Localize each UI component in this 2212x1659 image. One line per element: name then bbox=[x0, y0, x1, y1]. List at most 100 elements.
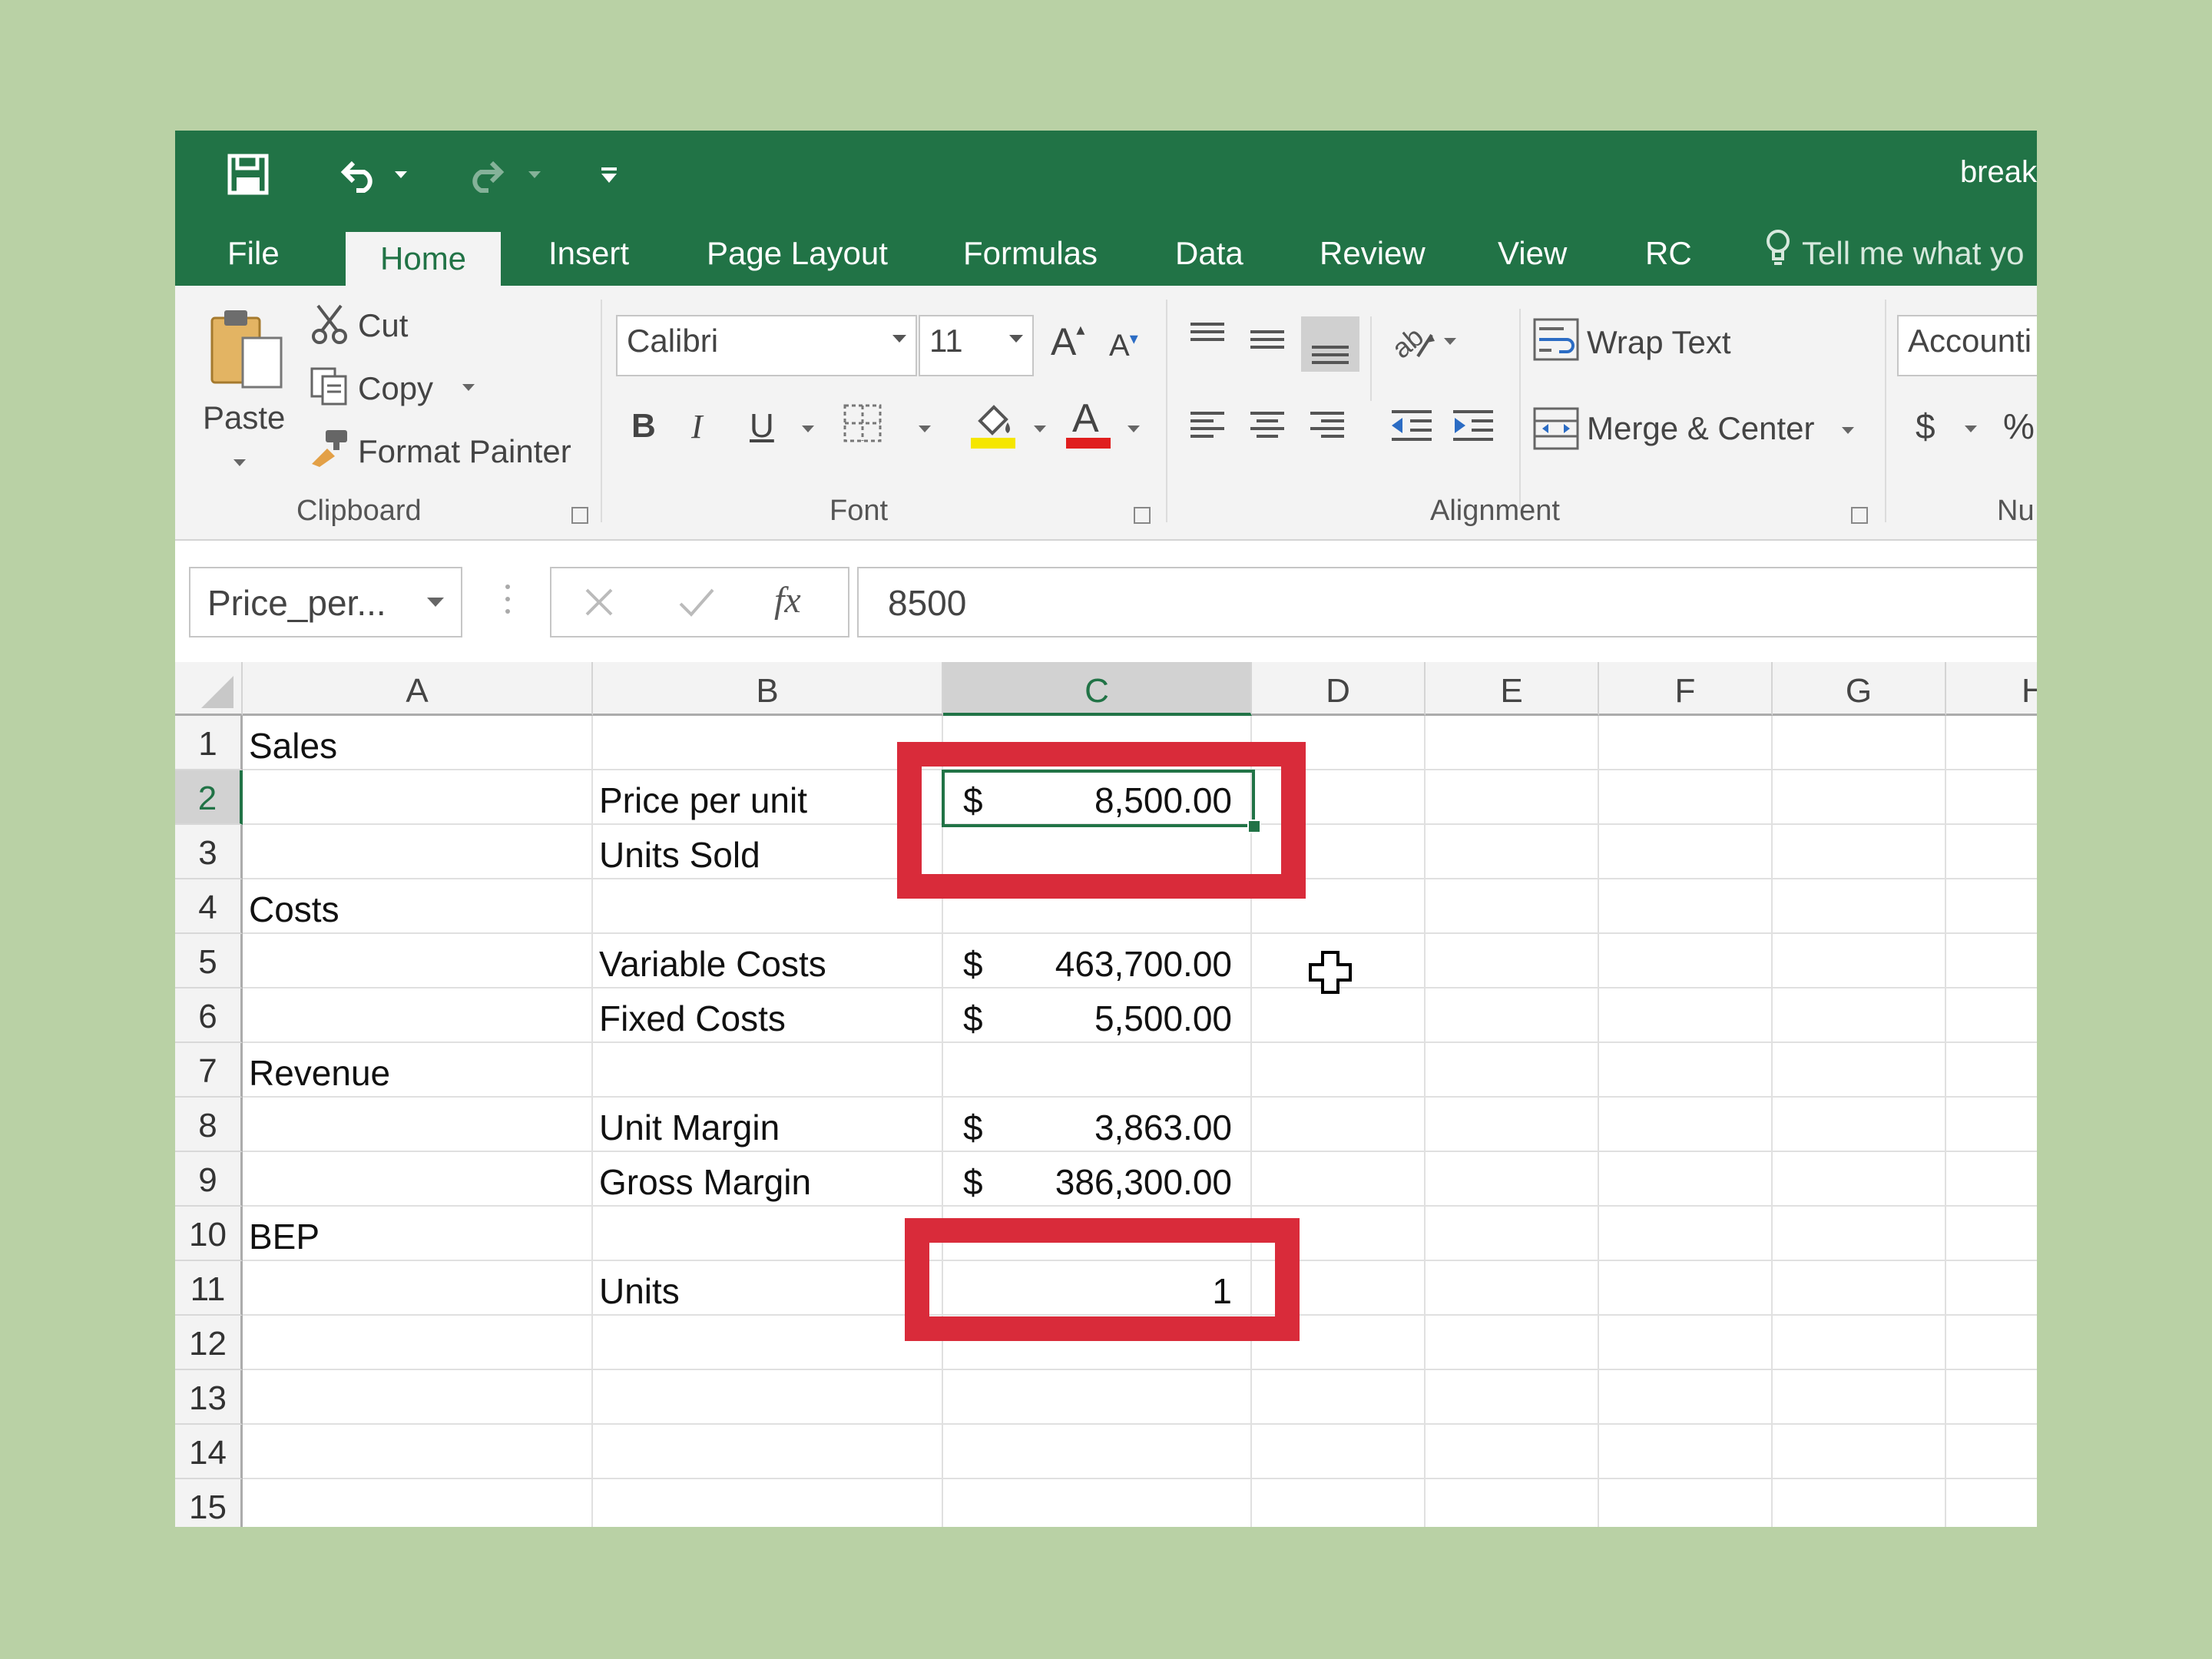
cell-h12[interactable] bbox=[1946, 1316, 2037, 1370]
undo-icon[interactable] bbox=[338, 147, 384, 201]
italic-button[interactable]: I bbox=[691, 407, 703, 446]
row-header[interactable]: 13 bbox=[175, 1370, 243, 1425]
increase-font-size-icon[interactable]: A▴ bbox=[1051, 320, 1084, 364]
cell-a4[interactable]: Costs bbox=[243, 879, 593, 934]
cell-a15[interactable] bbox=[243, 1479, 593, 1527]
row-header[interactable]: 9 bbox=[175, 1152, 243, 1207]
cell-b8[interactable]: Unit Margin bbox=[593, 1098, 943, 1152]
cell-g3[interactable] bbox=[1773, 825, 1946, 879]
cell-a13[interactable] bbox=[243, 1370, 593, 1425]
column-header-g[interactable]: G bbox=[1773, 662, 1946, 716]
paste-dropdown-icon[interactable] bbox=[233, 459, 246, 466]
cell-g12[interactable] bbox=[1773, 1316, 1946, 1370]
row-header[interactable]: 4 bbox=[175, 879, 243, 934]
cut-label[interactable]: Cut bbox=[358, 307, 408, 344]
cell-a5[interactable] bbox=[243, 934, 593, 988]
cell-h14[interactable] bbox=[1946, 1425, 2037, 1479]
cell-b6[interactable]: Fixed Costs bbox=[593, 988, 943, 1043]
cell-f7[interactable] bbox=[1599, 1043, 1773, 1098]
cell-g6[interactable] bbox=[1773, 988, 1946, 1043]
cell-e14[interactable] bbox=[1426, 1425, 1599, 1479]
cell-f14[interactable] bbox=[1599, 1425, 1773, 1479]
cell-a6[interactable] bbox=[243, 988, 593, 1043]
cell-a2[interactable] bbox=[243, 770, 593, 825]
cell-g5[interactable] bbox=[1773, 934, 1946, 988]
paste-label[interactable]: Paste bbox=[203, 399, 285, 436]
cell-f4[interactable] bbox=[1599, 879, 1773, 934]
column-header-d[interactable]: D bbox=[1252, 662, 1426, 716]
cell-b5[interactable]: Variable Costs bbox=[593, 934, 943, 988]
cell-h6[interactable] bbox=[1946, 988, 2037, 1043]
row-header[interactable]: 14 bbox=[175, 1425, 243, 1479]
cell-e1[interactable] bbox=[1426, 716, 1599, 770]
cell-h11[interactable] bbox=[1946, 1261, 2037, 1316]
cell-b14[interactable] bbox=[593, 1425, 943, 1479]
cell-g1[interactable] bbox=[1773, 716, 1946, 770]
cell-f13[interactable] bbox=[1599, 1370, 1773, 1425]
column-header-h[interactable]: H bbox=[1946, 662, 2037, 716]
wrap-text-label[interactable]: Wrap Text bbox=[1587, 324, 1731, 361]
cell-a3[interactable] bbox=[243, 825, 593, 879]
cell-a10[interactable]: BEP bbox=[243, 1207, 593, 1261]
alignment-dialog-launcher-icon[interactable] bbox=[1851, 507, 1868, 524]
cell-f5[interactable] bbox=[1599, 934, 1773, 988]
underline-button[interactable]: U bbox=[750, 407, 774, 445]
tab-data[interactable]: Data bbox=[1175, 221, 1243, 286]
customize-qat-icon[interactable] bbox=[598, 147, 621, 201]
cell-f1[interactable] bbox=[1599, 716, 1773, 770]
cell-b13[interactable] bbox=[593, 1370, 943, 1425]
align-right-icon[interactable] bbox=[1307, 409, 1347, 446]
percent-style-button[interactable]: % bbox=[2003, 406, 2035, 447]
cell-b7[interactable] bbox=[593, 1043, 943, 1098]
row-header[interactable]: 8 bbox=[175, 1098, 243, 1152]
tab-rc[interactable]: RC bbox=[1645, 221, 1692, 286]
column-header-e[interactable]: E bbox=[1426, 662, 1599, 716]
cell-e9[interactable] bbox=[1426, 1152, 1599, 1207]
font-color-dropdown-icon[interactable] bbox=[1128, 426, 1140, 432]
copy-icon[interactable] bbox=[309, 366, 350, 411]
cell-d8[interactable] bbox=[1252, 1098, 1426, 1152]
cell-a11[interactable] bbox=[243, 1261, 593, 1316]
tell-me-box[interactable]: Tell me what yo bbox=[1765, 221, 2024, 286]
orientation-dropdown-icon[interactable] bbox=[1444, 338, 1456, 345]
fill-color-icon[interactable] bbox=[971, 399, 1017, 454]
cell-c13[interactable] bbox=[943, 1370, 1252, 1425]
copy-label[interactable]: Copy bbox=[358, 370, 433, 407]
row-header[interactable]: 15 bbox=[175, 1479, 243, 1527]
cell-b2[interactable]: Price per unit bbox=[593, 770, 943, 825]
font-color-icon[interactable]: A bbox=[1066, 396, 1112, 454]
row-header[interactable]: 5 bbox=[175, 934, 243, 988]
row-header[interactable]: 3 bbox=[175, 825, 243, 879]
increase-indent-icon[interactable] bbox=[1450, 407, 1496, 448]
decrease-indent-icon[interactable] bbox=[1389, 407, 1435, 448]
cell-b9[interactable]: Gross Margin bbox=[593, 1152, 943, 1207]
cell-e5[interactable] bbox=[1426, 934, 1599, 988]
decrease-font-size-icon[interactable]: A▾ bbox=[1109, 329, 1138, 363]
merge-center-dropdown-icon[interactable] bbox=[1842, 427, 1854, 434]
merge-center-icon[interactable] bbox=[1533, 407, 1579, 454]
cell-a12[interactable] bbox=[243, 1316, 593, 1370]
cell-b15[interactable] bbox=[593, 1479, 943, 1527]
underline-dropdown-icon[interactable] bbox=[802, 426, 814, 432]
row-header[interactable]: 7 bbox=[175, 1043, 243, 1098]
cell-a9[interactable] bbox=[243, 1152, 593, 1207]
tab-formulas[interactable]: Formulas bbox=[963, 221, 1098, 286]
column-header-b[interactable]: B bbox=[593, 662, 943, 716]
cell-h2[interactable] bbox=[1946, 770, 2037, 825]
cell-e3[interactable] bbox=[1426, 825, 1599, 879]
redo-icon[interactable] bbox=[461, 147, 507, 201]
cell-f2[interactable] bbox=[1599, 770, 1773, 825]
row-header[interactable]: 11 bbox=[175, 1261, 243, 1316]
orientation-icon[interactable]: ab bbox=[1386, 320, 1436, 366]
tab-review[interactable]: Review bbox=[1320, 221, 1426, 286]
cell-g13[interactable] bbox=[1773, 1370, 1946, 1425]
save-icon[interactable] bbox=[221, 147, 275, 201]
cell-h4[interactable] bbox=[1946, 879, 2037, 934]
cell-f9[interactable] bbox=[1599, 1152, 1773, 1207]
cell-f12[interactable] bbox=[1599, 1316, 1773, 1370]
cell-h9[interactable] bbox=[1946, 1152, 2037, 1207]
tab-insert[interactable]: Insert bbox=[548, 221, 629, 286]
cell-g10[interactable] bbox=[1773, 1207, 1946, 1261]
cell-f11[interactable] bbox=[1599, 1261, 1773, 1316]
cell-e4[interactable] bbox=[1426, 879, 1599, 934]
